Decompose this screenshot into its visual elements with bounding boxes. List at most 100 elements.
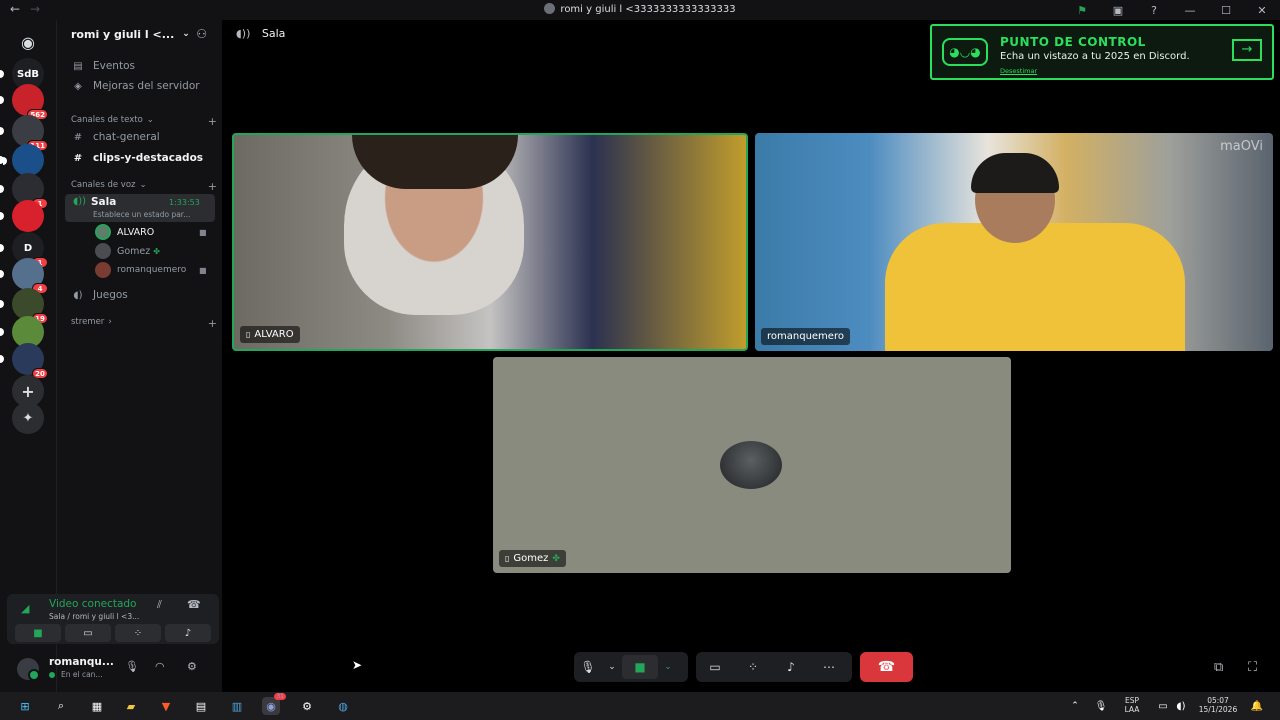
checkpoint-promo-banner[interactable]: ◕◡◕ PUNTO DE CONTROL Echa un vistazo a t…: [930, 24, 1274, 80]
arrow-right-icon[interactable]: →: [1232, 39, 1262, 61]
invite-icon[interactable]: ⚇: [196, 27, 207, 41]
video-tile-gomez[interactable]: ▯ Gomez ✤: [493, 357, 1011, 573]
task-view-icon[interactable]: ▦: [88, 697, 106, 715]
steam-icon[interactable]: ⚙: [298, 697, 316, 715]
popout-icon[interactable]: ⧉: [1214, 660, 1223, 675]
calculator-icon[interactable]: ▥: [228, 697, 246, 715]
notification-bell-icon[interactable]: 🔔: [1248, 697, 1266, 715]
microphone-icon[interactable]: 🎙: [125, 660, 139, 673]
screen-share-icon[interactable]: ▭: [696, 660, 734, 674]
add-channel-icon[interactable]: +: [208, 180, 217, 193]
camera-icon: ■: [199, 227, 207, 237]
network-icon[interactable]: ▭: [1154, 697, 1172, 715]
unread-pip: [0, 185, 4, 193]
controller-icon: ◕◡◕: [942, 38, 988, 66]
flag-icon[interactable]: ⚑: [1064, 4, 1100, 17]
soundboard-button[interactable]: ♪: [165, 624, 211, 642]
hash-icon: #: [73, 152, 83, 164]
chevron-down-icon[interactable]: ⌄: [602, 662, 622, 672]
channel-chat-general[interactable]: # chat-general: [65, 128, 217, 146]
signal-icon: ◢: [21, 602, 30, 615]
maximize-button[interactable]: ☐: [1208, 4, 1244, 17]
minimize-button[interactable]: —: [1172, 4, 1208, 17]
clock[interactable]: 05:07 15/1/2026: [1196, 696, 1240, 714]
voice-status-title: Video conectado: [49, 598, 137, 610]
activities-button[interactable]: ⁘: [115, 624, 161, 642]
channel-title: Sala: [261, 27, 286, 40]
soundboard-icon[interactable]: ♪: [772, 660, 810, 674]
camera-toggle-button[interactable]: ■: [15, 624, 61, 642]
camera-icon[interactable]: ■: [622, 655, 658, 679]
server-icon[interactable]: 20: [12, 343, 48, 379]
server-icon[interactable]: 562: [12, 84, 48, 120]
channel-clips-y-destacados[interactable]: # clips-y-destacados: [65, 149, 217, 167]
server-icon[interactable]: 4: [12, 258, 48, 294]
app-icon[interactable]: ◍: [334, 697, 352, 715]
unread-pip: [0, 328, 4, 336]
volume-icon[interactable]: ◖): [1172, 697, 1190, 715]
add-channel-icon[interactable]: +: [208, 317, 217, 330]
phone-icon: ▯: [505, 554, 510, 563]
voice-channel-timer: 1:33:53: [169, 198, 200, 207]
channel-sidebar: romi y giuli l <... ⌄ ⚇ ▤ Eventos ◈ Mejo…: [3, 20, 223, 692]
brave-browser-icon[interactable]: ▼: [157, 697, 175, 715]
microphone-icon[interactable]: 🎙: [1092, 697, 1110, 715]
settings-gear-icon[interactable]: ⚙: [187, 660, 197, 673]
close-button[interactable]: ✕: [1244, 4, 1280, 17]
sidebar-item-events[interactable]: ▤ Eventos: [65, 57, 217, 75]
microphone-icon[interactable]: 🎙: [574, 660, 602, 674]
server-rail: ◉ SdB5621111D141920 + ✦: [0, 20, 56, 692]
language-indicator[interactable]: ESP LAA: [1120, 696, 1144, 714]
voice-channel-juegos[interactable]: ◖) Juegos: [65, 286, 217, 304]
noise-suppression-icon[interactable]: ⫽: [157, 598, 162, 612]
discord-taskbar-icon[interactable]: ◉ 31: [262, 693, 286, 715]
user-name[interactable]: romanqu...: [49, 656, 114, 668]
video-tile-alvaro[interactable]: ▯ ALVARO: [232, 133, 748, 351]
category-voice[interactable]: Canales de voz ⌄ +: [71, 180, 217, 193]
disconnect-icon[interactable]: ☎: [187, 598, 201, 611]
avatar[interactable]: [17, 658, 40, 681]
sidebar-item-boosts[interactable]: ◈ Mejoras del servidor: [65, 77, 217, 95]
voice-user-romanquemero[interactable]: romanquemero ■: [95, 262, 207, 278]
promo-dismiss-link[interactable]: Desestimar: [1000, 67, 1037, 75]
file-explorer-icon[interactable]: ▰: [122, 697, 140, 715]
more-options-icon[interactable]: ⋯: [810, 660, 848, 674]
inbox-icon[interactable]: ▣: [1100, 4, 1136, 17]
windows-start-icon[interactable]: ⊞: [16, 697, 34, 715]
calendar-icon: ▤: [73, 60, 83, 72]
voice-user-alvaro[interactable]: ALVARO ■: [95, 224, 207, 240]
discover-icon[interactable]: ✦: [12, 402, 44, 434]
activities-icon[interactable]: ⁘: [734, 660, 772, 674]
search-icon[interactable]: ⌕: [52, 697, 70, 715]
mouse-cursor: ➤: [352, 658, 363, 672]
headphones-icon[interactable]: ◠: [155, 660, 165, 673]
participant-tag: ▯ Gomez ✤: [499, 550, 566, 567]
fullscreen-icon[interactable]: ⛶: [1248, 660, 1257, 675]
chevron-down-icon[interactable]: ⌄: [658, 662, 678, 672]
server-header[interactable]: romi y giuli l <... ⌄ ⚇: [57, 20, 223, 48]
clover-icon: ✤: [153, 246, 160, 256]
category-text[interactable]: Canales de texto ⌄ +: [71, 115, 217, 128]
server-icon[interactable]: [12, 200, 44, 232]
voice-channel-status[interactable]: Establece un estado par...: [93, 210, 190, 219]
boost-icon: ◈: [74, 80, 82, 92]
server-icon[interactable]: 111: [12, 115, 48, 151]
avatar: [720, 441, 782, 489]
speaker-icon: ◖)): [236, 27, 251, 40]
unread-pip: [0, 127, 4, 135]
status-dot: [49, 672, 55, 678]
voice-status-subtitle[interactable]: Sala / romi y giuli l <3...: [49, 612, 139, 621]
voice-user-gomez[interactable]: Gomez ✤: [95, 243, 160, 259]
unread-pip: [0, 355, 4, 363]
store-icon[interactable]: ▤: [192, 697, 210, 715]
server-icon[interactable]: [12, 144, 44, 176]
category-stremer[interactable]: stremer › +: [71, 317, 217, 330]
screen-share-button[interactable]: ▭: [65, 624, 111, 642]
help-icon[interactable]: ?: [1136, 4, 1172, 17]
hang-up-button[interactable]: ☎: [860, 652, 913, 682]
video-tile-romanquemero[interactable]: maOVi romanquemero: [755, 133, 1273, 351]
discord-home-icon[interactable]: ◉: [12, 26, 44, 58]
phone-icon: ▯: [246, 330, 251, 339]
chevron-up-icon[interactable]: ⌃: [1066, 697, 1084, 715]
add-channel-icon[interactable]: +: [208, 115, 217, 128]
